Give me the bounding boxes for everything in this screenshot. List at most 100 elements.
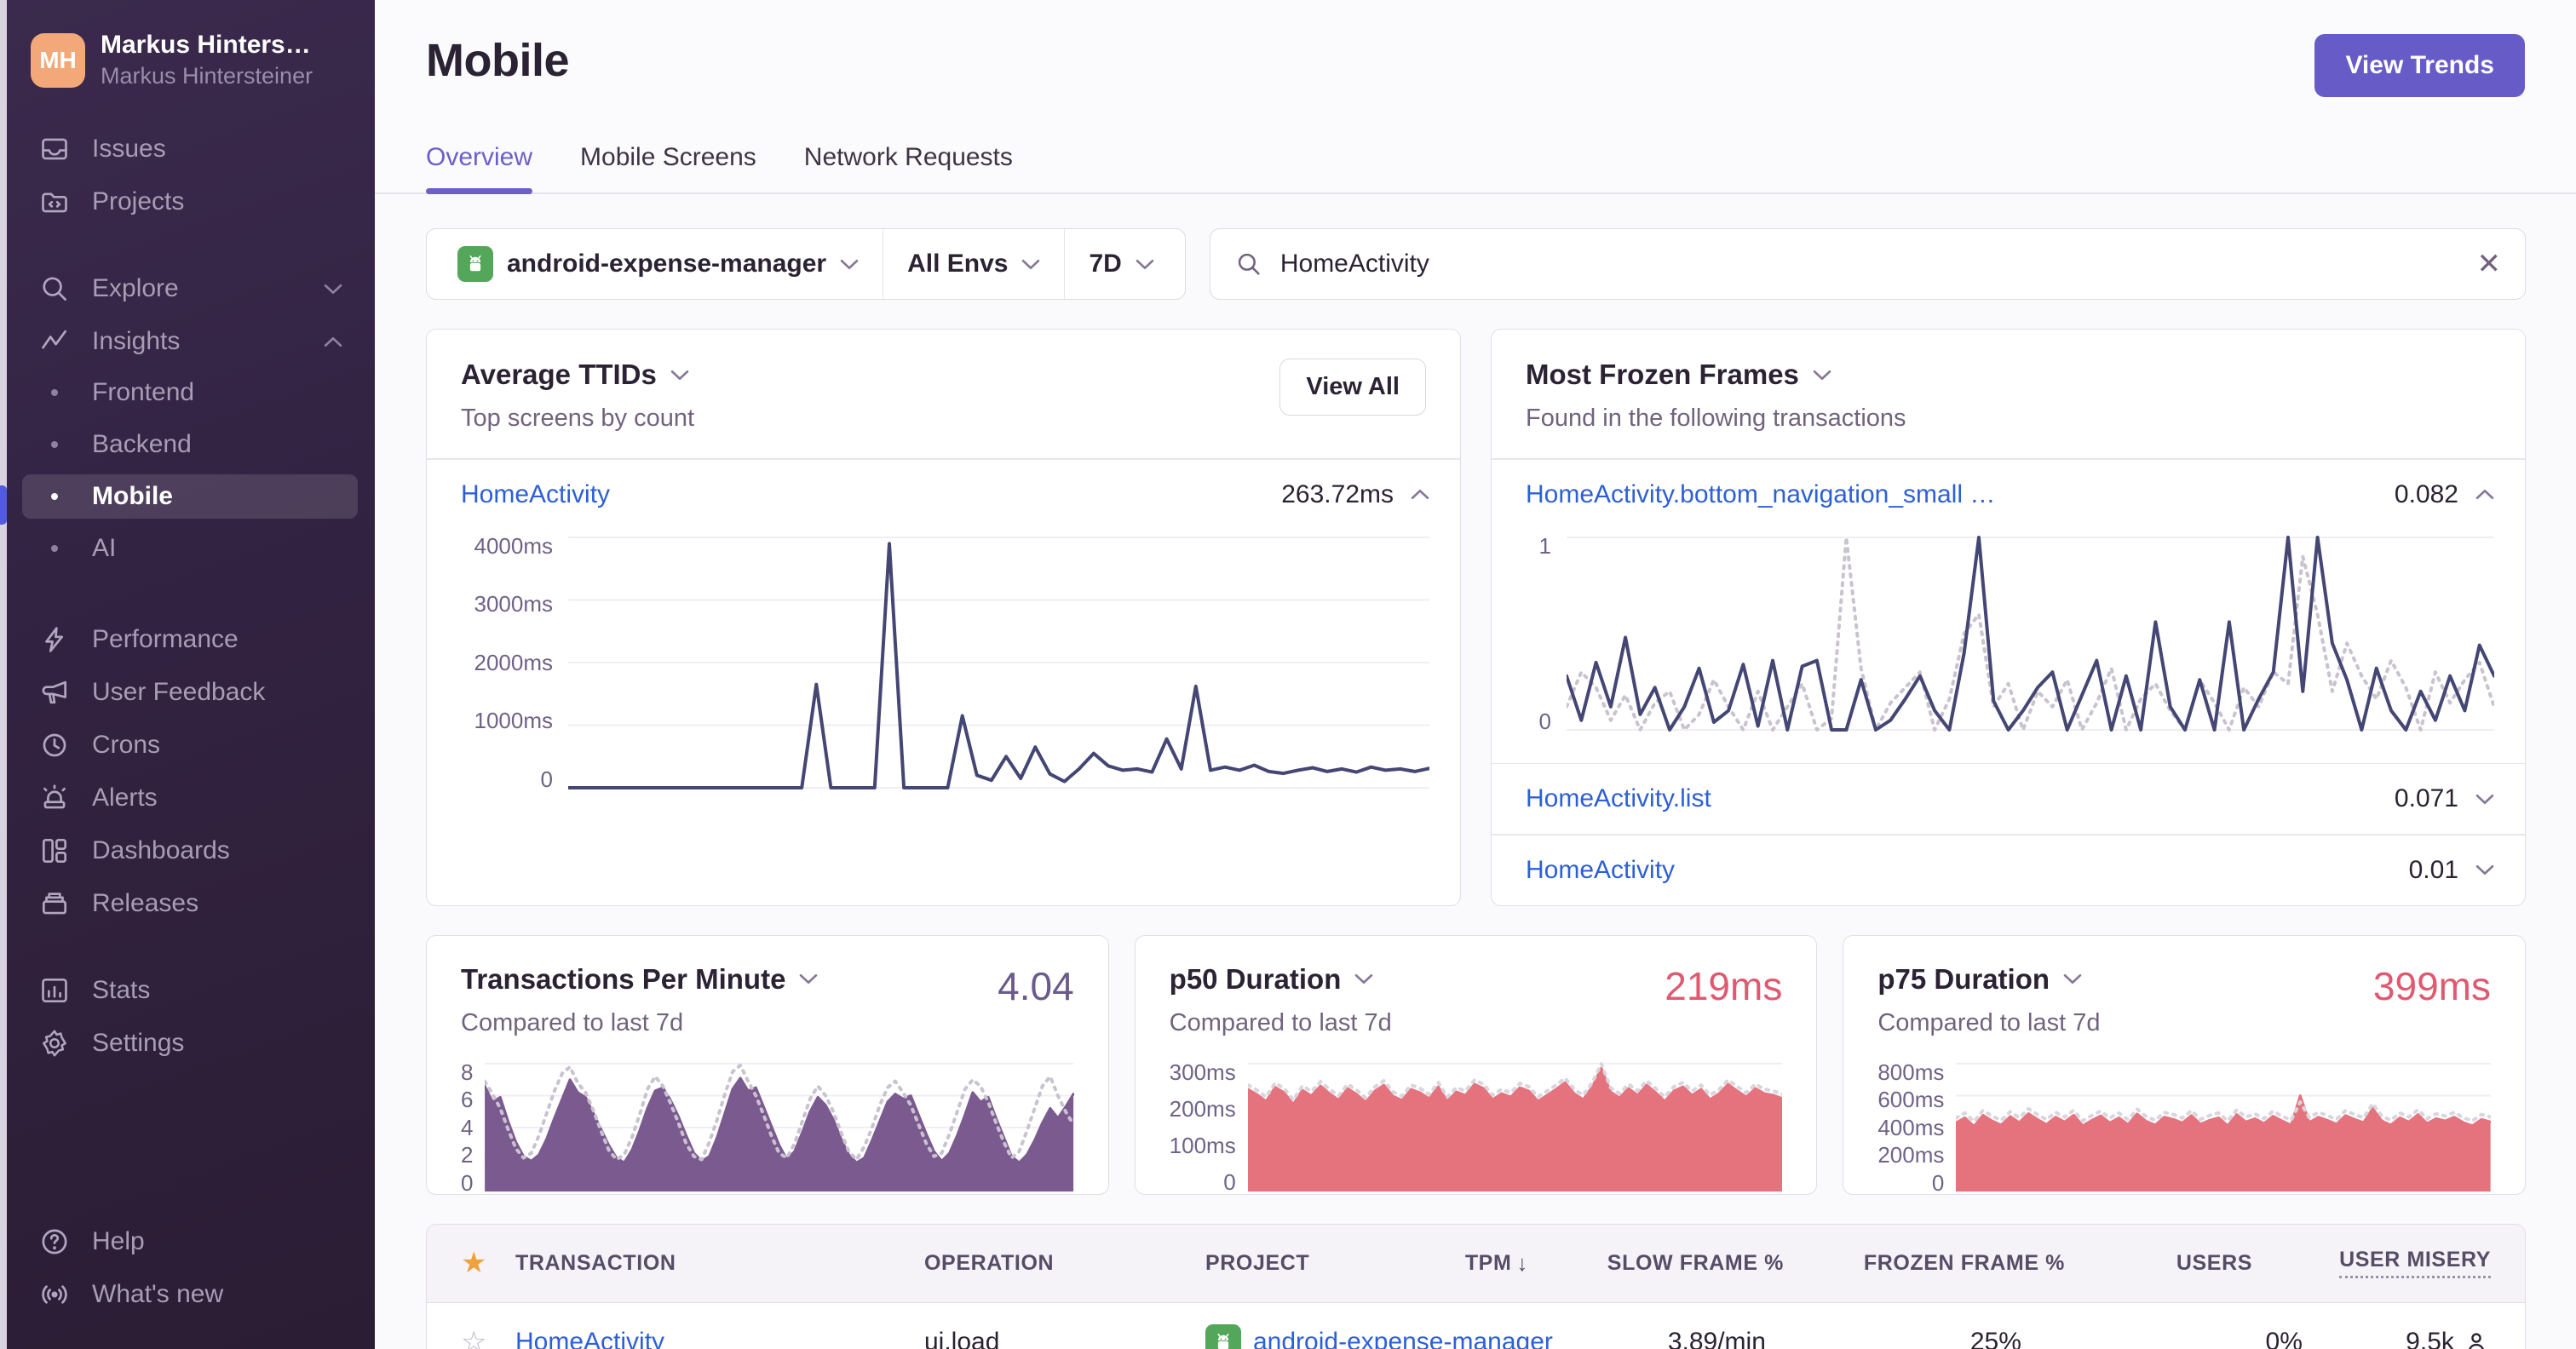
- column-header-users[interactable]: USERS: [2065, 1251, 2252, 1276]
- column-header-slow-frame[interactable]: SLOW FRAME %: [1528, 1251, 1784, 1276]
- page-title: Mobile: [426, 35, 570, 86]
- chevron-down-icon: [1136, 259, 1154, 270]
- bullet-icon: [51, 545, 58, 552]
- active-nav-indicator: [0, 485, 7, 525]
- chevron-down-icon[interactable]: [1354, 973, 1373, 984]
- transaction-link[interactable]: HomeActivity.list: [1526, 784, 1711, 813]
- project-selector[interactable]: android-expense-manager: [434, 229, 883, 299]
- sidebar-item-crons[interactable]: Crons: [22, 721, 358, 769]
- sidebar-item-label: What's new: [92, 1280, 224, 1308]
- sidebar-item-whats-new[interactable]: What's new: [22, 1271, 358, 1318]
- search-input[interactable]: [1279, 250, 2460, 278]
- project-link[interactable]: android-expense-manager: [1253, 1328, 1553, 1349]
- tab-bar: Overview Mobile Screens Network Requests: [375, 143, 2576, 194]
- sidebar-item-alerts[interactable]: Alerts: [22, 774, 358, 822]
- line-chart-icon: [37, 324, 72, 359]
- user-icon: [2468, 1332, 2484, 1349]
- sidebar-item-frontend[interactable]: Frontend: [22, 370, 358, 415]
- average-ttids-card: Average TTIDs Top screens by count View …: [426, 329, 1461, 906]
- star-outline-icon[interactable]: ☆: [461, 1325, 486, 1349]
- transaction-link[interactable]: HomeActivity: [1526, 856, 1675, 885]
- sidebar-item-insights[interactable]: Insights: [22, 318, 358, 365]
- collapse-icon[interactable]: [2475, 489, 2494, 500]
- sidebar-item-mobile[interactable]: Mobile: [22, 474, 358, 519]
- sidebar-item-user-feedback[interactable]: User Feedback: [22, 669, 358, 716]
- column-header-operation[interactable]: OPERATION: [924, 1251, 1205, 1276]
- chevron-up-icon: [324, 336, 342, 347]
- sidebar-item-help[interactable]: Help: [22, 1218, 358, 1266]
- sidebar-item-settings[interactable]: Settings: [22, 1019, 358, 1067]
- date-range-value: 7D: [1089, 250, 1122, 278]
- sidebar-item-stats[interactable]: Stats: [22, 967, 358, 1014]
- view-all-button[interactable]: View All: [1279, 359, 1426, 416]
- sidebar-item-dashboards[interactable]: Dashboards: [22, 827, 358, 875]
- org-user-switcher[interactable]: MH Markus Hintersteiner Markus Hinterste…: [22, 31, 358, 89]
- main-content: Mobile View Trends Overview Mobile Scree…: [375, 0, 2576, 1349]
- search-bar[interactable]: ✕: [1209, 228, 2526, 300]
- environment-selector[interactable]: All Envs: [883, 229, 1064, 299]
- tab-network-requests[interactable]: Network Requests: [804, 143, 1013, 192]
- card-title: p75 Duration: [1877, 962, 2050, 995]
- column-header-user-misery[interactable]: USER MISERY: [2252, 1248, 2491, 1278]
- chevron-down-icon[interactable]: [2063, 973, 2082, 984]
- tab-overview[interactable]: Overview: [426, 143, 533, 194]
- column-header-project[interactable]: PROJECT: [1205, 1251, 1315, 1276]
- sidebar-item-label: Stats: [92, 976, 151, 1004]
- table-row: ☆ HomeActivity ui.load android-expense-m…: [427, 1302, 2525, 1349]
- card-title: Most Frozen Frames: [1526, 359, 1799, 390]
- sidebar-item-explore[interactable]: Explore: [22, 265, 358, 313]
- card-subtitle: Compared to last 7d: [1169, 1008, 1392, 1036]
- sidebar-item-projects[interactable]: Projects: [22, 178, 358, 226]
- collapse-icon[interactable]: [1411, 489, 1429, 500]
- sidebar: MH Markus Hintersteiner Markus Hinterste…: [0, 0, 375, 1349]
- clear-search-icon[interactable]: ✕: [2477, 247, 2502, 281]
- date-range-selector[interactable]: 7D: [1064, 229, 1177, 299]
- sidebar-item-label: Dashboards: [92, 836, 230, 864]
- avatar: MH: [31, 32, 85, 88]
- transaction-link[interactable]: HomeActivity: [515, 1328, 664, 1349]
- users-cell: 9.5k: [2303, 1328, 2490, 1349]
- broadcast-icon: [37, 1277, 72, 1312]
- sidebar-item-label: Releases: [92, 889, 199, 917]
- transaction-link[interactable]: HomeActivity.bottom_navigation_small …: [1526, 480, 1995, 509]
- sidebar-item-releases[interactable]: Releases: [22, 880, 358, 927]
- column-header-tpm[interactable]: TPM ↓: [1315, 1250, 1528, 1277]
- android-platform-icon: [1205, 1323, 1241, 1349]
- chevron-down-icon: [840, 259, 859, 270]
- y-axis-labels: 8 6 4 2 0: [461, 1059, 474, 1195]
- user-name: Markus Hintersteiner: [101, 31, 313, 59]
- expand-icon[interactable]: [2475, 794, 2494, 805]
- sidebar-item-label: Frontend: [92, 378, 195, 406]
- bullet-icon: [51, 493, 58, 500]
- chevron-down-icon[interactable]: [799, 973, 818, 984]
- frozen-value: 0.01: [2408, 855, 2458, 884]
- y-axis-labels: 1 0: [1538, 532, 1551, 734]
- card-subtitle: Top screens by count: [461, 405, 695, 432]
- sidebar-item-ai[interactable]: AI: [22, 526, 358, 571]
- bullet-icon: [51, 389, 58, 396]
- p75-duration-card: p75 Duration Compared to last 7d 399ms 8…: [1843, 934, 2526, 1195]
- view-trends-button[interactable]: View Trends: [2314, 34, 2525, 97]
- column-header-frozen-frame[interactable]: FROZEN FRAME %: [1784, 1251, 2065, 1276]
- sidebar-item-backend[interactable]: Backend: [22, 422, 358, 467]
- sidebar-item-performance[interactable]: Performance: [22, 616, 358, 663]
- sort-desc-icon: ↓: [1516, 1249, 1528, 1276]
- sidebar-item-label: Issues: [92, 135, 166, 163]
- tab-mobile-screens[interactable]: Mobile Screens: [580, 143, 756, 192]
- sidebar-item-label: Help: [92, 1227, 145, 1255]
- transaction-link[interactable]: HomeActivity: [461, 480, 610, 509]
- chevron-down-icon: [1021, 259, 1040, 270]
- y-axis-labels: 800ms 600ms 400ms 200ms 0: [1877, 1059, 1945, 1195]
- column-header-transaction[interactable]: TRANSACTION: [515, 1251, 924, 1276]
- y-axis-labels: 300ms 200ms 100ms 0: [1169, 1059, 1236, 1195]
- search-icon: [37, 272, 72, 306]
- sidebar-item-issues[interactable]: Issues: [22, 125, 358, 173]
- tpm-card: Transactions Per Minute Compared to last…: [426, 934, 1109, 1195]
- chevron-down-icon[interactable]: [1813, 370, 1831, 381]
- sidebar-item-label: Explore: [92, 274, 179, 302]
- chevron-down-icon[interactable]: [670, 370, 689, 381]
- tpm-value: 4.04: [998, 963, 1074, 1008]
- most-frozen-frames-card: Most Frozen Frames Found in the followin…: [1491, 329, 2526, 906]
- star-filled-icon[interactable]: ★: [461, 1246, 487, 1280]
- expand-icon[interactable]: [2475, 864, 2494, 875]
